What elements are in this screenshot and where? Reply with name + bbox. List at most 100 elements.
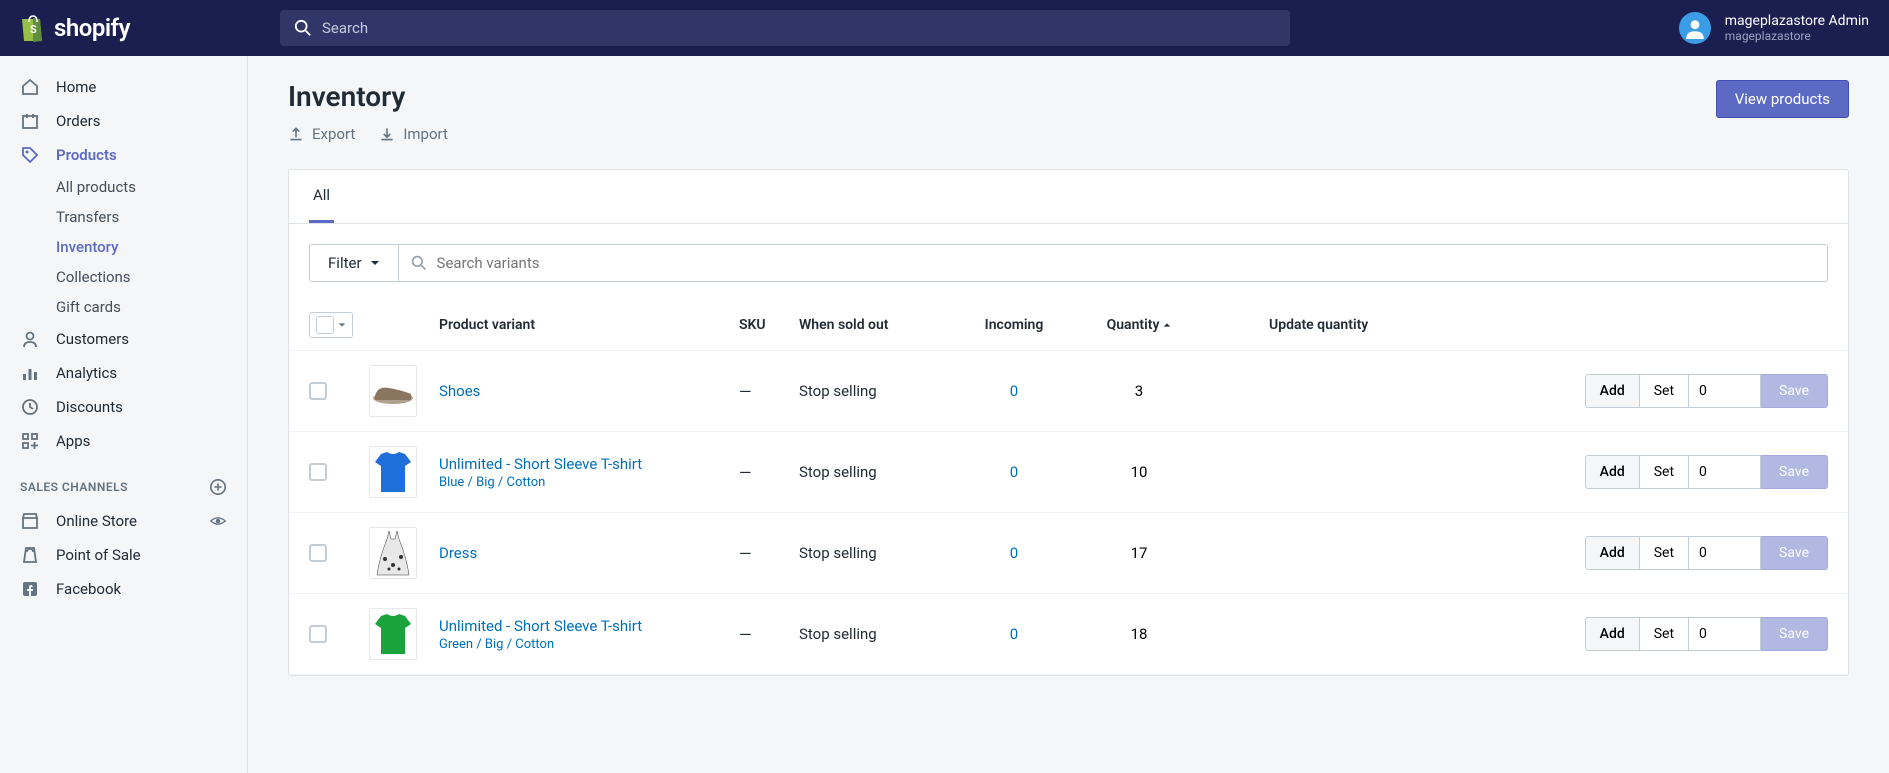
row-checkbox[interactable] xyxy=(309,544,327,562)
orders-icon xyxy=(20,111,40,131)
user-name: mageplazastore Admin xyxy=(1725,13,1869,29)
main-content: Inventory Export Import View products Al… xyxy=(248,56,1889,773)
logo[interactable]: S shopify xyxy=(20,13,250,43)
export-link[interactable]: Export xyxy=(288,125,355,143)
add-button[interactable]: Add xyxy=(1585,536,1640,570)
table-header: Product variant SKU When sold out Incomi… xyxy=(289,300,1848,351)
nav-collections[interactable]: Collections xyxy=(56,262,247,292)
incoming-link[interactable]: 0 xyxy=(959,463,1069,481)
view-products-button[interactable]: View products xyxy=(1716,80,1849,118)
quantity-input[interactable] xyxy=(1689,374,1761,408)
logo-text: shopify xyxy=(54,14,130,42)
incoming-link[interactable]: 0 xyxy=(959,382,1069,400)
add-button[interactable]: Add xyxy=(1585,617,1640,651)
svg-text:S: S xyxy=(30,23,37,36)
product-link[interactable]: Dress xyxy=(439,544,739,562)
nav-orders[interactable]: Orders xyxy=(0,104,247,138)
table-row: Shoes — Stop selling 0 3 Add Set Save xyxy=(289,351,1848,432)
variant-search-input[interactable] xyxy=(437,254,1815,272)
sku-value: — xyxy=(739,382,799,401)
nav-pos[interactable]: Point of Sale xyxy=(0,538,247,572)
add-button[interactable]: Add xyxy=(1585,455,1640,489)
nav-discounts[interactable]: Discounts xyxy=(0,390,247,424)
save-button[interactable]: Save xyxy=(1761,617,1828,651)
sold-out-value: Stop selling xyxy=(799,544,959,562)
add-button[interactable]: Add xyxy=(1585,374,1640,408)
filter-button[interactable]: Filter xyxy=(310,245,399,281)
shopify-bag-icon: S xyxy=(20,13,46,43)
quantity-sort[interactable]: Quantity xyxy=(1069,317,1209,333)
inventory-table: Product variant SKU When sold out Incomi… xyxy=(289,300,1848,675)
quantity-input[interactable] xyxy=(1689,617,1761,651)
product-link[interactable]: Unlimited - Short Sleeve T-shirt xyxy=(439,617,739,635)
caret-down-icon xyxy=(370,258,380,268)
eye-icon[interactable] xyxy=(209,512,227,530)
global-search[interactable] xyxy=(280,10,1290,46)
product-link[interactable]: Unlimited - Short Sleeve T-shirt xyxy=(439,455,739,473)
customers-icon xyxy=(20,329,40,349)
nav-customers[interactable]: Customers xyxy=(0,322,247,356)
user-icon xyxy=(1684,17,1706,39)
product-thumbnail[interactable] xyxy=(369,608,417,660)
set-button[interactable]: Set xyxy=(1640,617,1689,651)
quantity-input[interactable] xyxy=(1689,536,1761,570)
variant-link[interactable]: Blue / Big / Cotton xyxy=(439,475,739,490)
search-input[interactable] xyxy=(322,19,1276,37)
select-all-checkbox[interactable] xyxy=(309,312,353,338)
sku-value: — xyxy=(739,625,799,644)
import-link[interactable]: Import xyxy=(379,125,448,143)
nav-analytics[interactable]: Analytics xyxy=(0,356,247,390)
save-button[interactable]: Save xyxy=(1761,455,1828,489)
row-checkbox[interactable] xyxy=(309,463,327,481)
set-button[interactable]: Set xyxy=(1640,455,1689,489)
table-row: Unlimited - Short Sleeve T-shirt Blue / … xyxy=(289,432,1848,513)
sales-channels-header: SALES CHANNELS xyxy=(0,458,247,504)
nav-transfers[interactable]: Transfers xyxy=(56,202,247,232)
tag-icon xyxy=(20,145,40,165)
tab-all[interactable]: All xyxy=(309,170,334,223)
sku-value: — xyxy=(739,544,799,563)
add-channel-icon[interactable] xyxy=(209,478,227,496)
nav-all-products[interactable]: All products xyxy=(56,172,247,202)
nav-products[interactable]: Products xyxy=(0,138,247,172)
quantity-input[interactable] xyxy=(1689,455,1761,489)
nav-online-store[interactable]: Online Store xyxy=(0,504,247,538)
user-store: mageplazastore xyxy=(1725,29,1869,43)
analytics-icon xyxy=(20,363,40,383)
apps-icon xyxy=(20,431,40,451)
nav-inventory[interactable]: Inventory xyxy=(56,232,247,262)
set-button[interactable]: Set xyxy=(1640,536,1689,570)
sold-out-value: Stop selling xyxy=(799,382,959,400)
nav-gift-cards[interactable]: Gift cards xyxy=(56,292,247,322)
row-checkbox[interactable] xyxy=(309,625,327,643)
variant-link[interactable]: Green / Big / Cotton xyxy=(439,637,739,652)
user-menu[interactable]: mageplazastore Admin mageplazastore xyxy=(1679,12,1869,44)
nav-home[interactable]: Home xyxy=(0,70,247,104)
save-button[interactable]: Save xyxy=(1761,536,1828,570)
set-button[interactable]: Set xyxy=(1640,374,1689,408)
sold-out-value: Stop selling xyxy=(799,463,959,481)
sort-asc-icon xyxy=(1163,321,1171,329)
caret-down-icon xyxy=(338,321,346,329)
inventory-card: All Filter xyxy=(288,169,1849,676)
nav-facebook[interactable]: Facebook xyxy=(0,572,247,606)
avatar xyxy=(1679,12,1711,44)
app-header: S shopify mageplazastore Admin mageplaza… xyxy=(0,0,1889,56)
sold-out-value: Stop selling xyxy=(799,625,959,643)
nav-apps[interactable]: Apps xyxy=(0,424,247,458)
quantity-value: 18 xyxy=(1069,625,1209,643)
row-checkbox[interactable] xyxy=(309,382,327,400)
incoming-link[interactable]: 0 xyxy=(959,625,1069,643)
save-button[interactable]: Save xyxy=(1761,374,1828,408)
sidebar: Home Orders Products All products Transf… xyxy=(0,56,248,773)
store-icon xyxy=(20,511,40,531)
export-icon xyxy=(288,126,304,142)
incoming-link[interactable]: 0 xyxy=(959,544,1069,562)
pos-icon xyxy=(20,545,40,565)
product-thumbnail[interactable] xyxy=(369,446,417,498)
product-thumbnail[interactable] xyxy=(369,527,417,579)
import-icon xyxy=(379,126,395,142)
product-link[interactable]: Shoes xyxy=(439,382,739,400)
sku-value: — xyxy=(739,463,799,482)
product-thumbnail[interactable] xyxy=(369,365,417,417)
